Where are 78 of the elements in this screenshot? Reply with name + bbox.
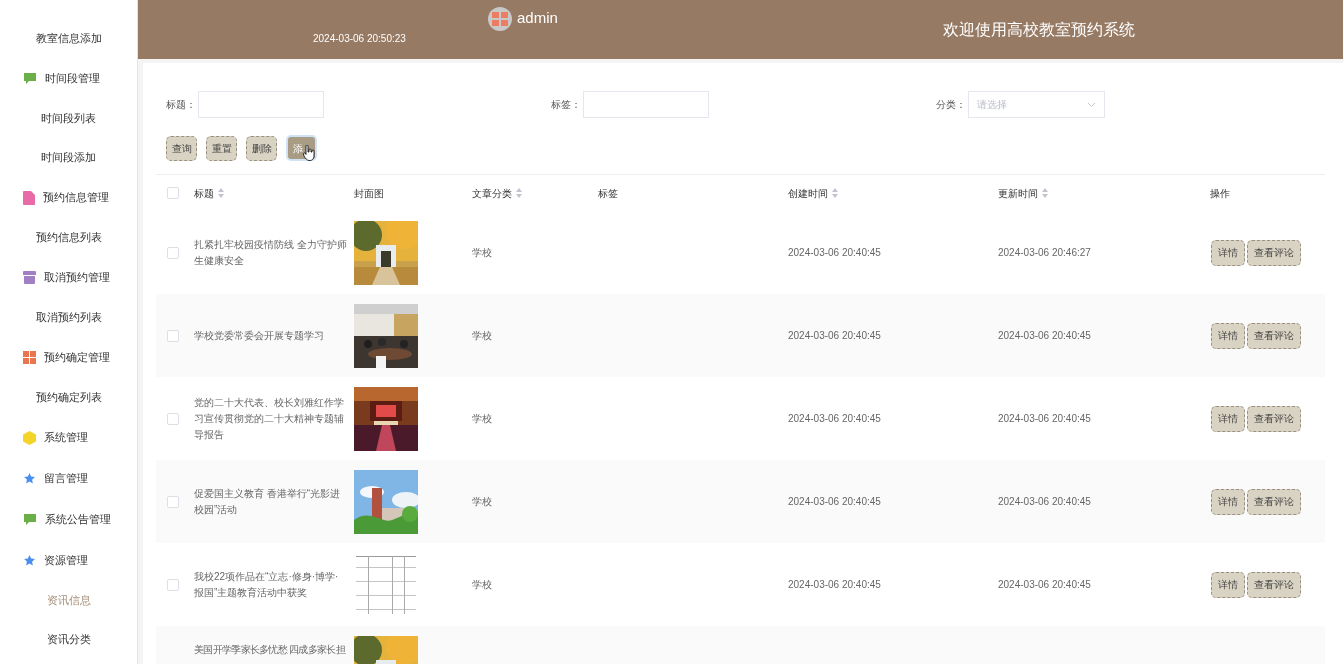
row-checkbox[interactable] [167, 246, 179, 259]
row-checkbox[interactable] [167, 578, 179, 591]
article-title: 促爱国主义教育 香港举行“光影进校园”活动 [193, 486, 342, 517]
row-action-button[interactable]: 查看评论 [1247, 405, 1301, 432]
sidebar-item[interactable]: 预约确定列表 [35, 389, 102, 406]
updated-time: 2024-03-06 20:40:45 [997, 578, 1092, 592]
filter-label: 分类： [935, 98, 967, 112]
article-category: 学校 [471, 412, 493, 426]
updated-time: 2024-03-06 20:40:45 [997, 412, 1092, 426]
current-datetime: 2024-03-06 20:50:23 [313, 32, 407, 46]
created-time: 2024-03-06 20:40:45 [787, 246, 882, 260]
filter-input[interactable] [583, 91, 709, 118]
sidebar-item[interactable]: 时间段添加 [41, 149, 96, 166]
article-title: 学校党委常委会开展专题学习 [193, 328, 325, 343]
row-action-button[interactable]: 详情 [1211, 239, 1245, 266]
sidebar-group[interactable]: 预约信息管理 [43, 189, 109, 206]
updated-time: 2024-03-06 20:46:27 [997, 246, 1092, 260]
sidebar-item[interactable]: 预约信息列表 [35, 229, 102, 246]
filter-label: 标题： [165, 98, 197, 112]
row-action-button[interactable]: 详情 [1211, 405, 1245, 432]
sidebar-item[interactable]: 教室信息添加 [35, 30, 102, 47]
action-button[interactable]: 重置 [206, 135, 237, 161]
article-title: 我校22项作品在“立志·修身·博学·报国”主题教育活动中获奖 [193, 569, 340, 600]
hand-cursor-icon [303, 145, 315, 161]
sort-icon[interactable] [832, 188, 838, 198]
sidebar-group[interactable]: 留言管理 [44, 470, 88, 487]
row-checkbox[interactable] [167, 412, 179, 425]
user-name[interactable]: admin [517, 7, 558, 30]
row-action-button[interactable]: 查看评论 [1247, 488, 1301, 515]
created-time: 2024-03-06 20:40:45 [787, 412, 882, 426]
sidebar-group[interactable]: 系统公告管理 [45, 511, 111, 528]
select-all-checkbox[interactable] [167, 187, 179, 199]
row-action-button[interactable]: 详情 [1211, 571, 1245, 598]
sort-icon[interactable] [1042, 188, 1048, 198]
article-category: 学校 [471, 578, 493, 592]
sidebar-group[interactable]: 资源管理 [44, 552, 88, 569]
chevron-down-icon [1087, 101, 1096, 108]
row-checkbox[interactable] [167, 495, 179, 508]
article-title: 美国开学季家长多忧愁 四成多家长担 [193, 643, 347, 657]
article-title: 扎紧扎牢校园疫情防线 全力守护师生健康安全 [193, 237, 348, 268]
article-category: 学校 [471, 495, 493, 509]
row-action-button[interactable]: 查看评论 [1247, 322, 1301, 349]
sidebar-item[interactable]: 时间段列表 [41, 110, 96, 127]
sort-icon[interactable] [516, 188, 522, 198]
column-header: 封面图 [354, 186, 384, 201]
column-header[interactable]: 创建时间 [788, 185, 838, 201]
row-checkbox[interactable] [167, 329, 179, 342]
column-header: 标签 [598, 186, 618, 201]
sort-icon[interactable] [218, 188, 224, 198]
column-header: 操作 [1210, 186, 1230, 201]
sidebar-group[interactable]: 系统管理 [44, 429, 88, 446]
sidebar-group[interactable]: 时间段管理 [45, 70, 100, 87]
sidebar-item[interactable]: 资讯信息 [46, 592, 91, 609]
created-time: 2024-03-06 20:40:45 [787, 578, 882, 592]
sidebar-group[interactable]: 取消预约管理 [44, 269, 110, 286]
row-action-button[interactable]: 查看评论 [1247, 239, 1301, 266]
avatar-icon [488, 6, 512, 31]
article-title: 党的二十大代表、校长刘雅红作学习宣传贯彻党的二十大精神专题辅导报告 [193, 395, 345, 442]
sidebar-group[interactable]: 预约确定管理 [44, 349, 110, 366]
article-category: 学校 [471, 246, 493, 260]
row-action-button[interactable]: 详情 [1211, 322, 1245, 349]
action-button[interactable]: 查询 [166, 135, 197, 161]
column-header[interactable]: 更新时间 [998, 185, 1048, 201]
sidebar-item[interactable]: 资讯分类 [46, 631, 91, 648]
updated-time: 2024-03-06 20:40:45 [997, 329, 1092, 343]
action-button[interactable]: 删除 [246, 135, 277, 161]
created-time: 2024-03-06 20:40:45 [787, 495, 882, 509]
created-time: 2024-03-06 20:40:45 [787, 329, 882, 343]
article-category: 学校 [471, 329, 493, 343]
row-action-button[interactable]: 查看评论 [1247, 571, 1301, 598]
sidebar-item[interactable]: 取消预约列表 [35, 309, 102, 326]
column-header[interactable]: 标题 [194, 185, 224, 201]
column-header[interactable]: 文章分类 [472, 185, 522, 201]
row-action-button[interactable]: 详情 [1211, 488, 1245, 515]
filter-input[interactable] [198, 91, 324, 118]
updated-time: 2024-03-06 20:40:45 [997, 495, 1092, 509]
filter-label: 标签： [550, 98, 582, 112]
system-title: 欢迎使用高校教室预约系统 [942, 19, 1135, 40]
